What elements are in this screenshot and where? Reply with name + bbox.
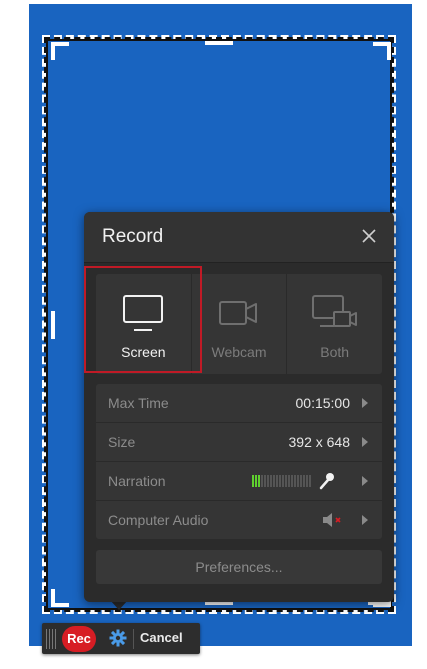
- meter-segment: [261, 475, 263, 487]
- setting-max-time[interactable]: Max Time 00:15:00: [96, 384, 382, 423]
- record-settings-list: Max Time 00:15:00 Size 392 x 648 Narrati…: [96, 384, 382, 539]
- preferences-button[interactable]: Preferences...: [96, 550, 382, 584]
- mode-both-label: Both: [320, 344, 350, 360]
- record-mode-selector: Screen Webcam Both: [96, 274, 382, 374]
- resize-handle-top[interactable]: [205, 41, 233, 45]
- recording-toolbar: Rec Cancel: [42, 623, 200, 654]
- meter-segment: [276, 475, 278, 487]
- screen: Record Screen Webcam Both Max Time 00:15…: [0, 0, 427, 669]
- speaker-muted-icon[interactable]: [322, 513, 346, 527]
- panel-title: Record: [102, 226, 164, 247]
- close-icon[interactable]: [359, 226, 379, 246]
- max-time-value: 00:15:00: [295, 395, 351, 411]
- computer-audio-label: Computer Audio: [108, 512, 209, 528]
- meter-segment: [303, 475, 305, 487]
- narration-label: Narration: [108, 473, 166, 489]
- meter-segment: [297, 475, 299, 487]
- setting-narration[interactable]: Narration: [96, 462, 382, 501]
- meter-segment: [270, 475, 272, 487]
- cancel-button[interactable]: Cancel: [140, 630, 183, 645]
- mode-both-button[interactable]: Both: [287, 274, 382, 374]
- meter-segment: [264, 475, 266, 487]
- meter-segment: [267, 475, 269, 487]
- panel-header: Record: [84, 212, 394, 263]
- screen-and-webcam-icon: [311, 295, 357, 327]
- max-time-label: Max Time: [108, 395, 169, 411]
- resize-handle-top-left[interactable]: [51, 42, 69, 60]
- meter-segment: [285, 475, 287, 487]
- meter-segment: [294, 475, 296, 487]
- meter-segment: [273, 475, 275, 487]
- narration-level-meter: [252, 475, 314, 487]
- chevron-right-icon: [362, 515, 368, 525]
- resize-handle-left[interactable]: [51, 311, 55, 339]
- monitor-icon: [123, 295, 164, 331]
- mode-webcam-button[interactable]: Webcam: [192, 274, 288, 374]
- meter-segment: [255, 475, 257, 487]
- record-panel: Record Screen Webcam Both Max Time 00:15…: [84, 212, 394, 602]
- toolbar-divider: [133, 629, 134, 649]
- record-button[interactable]: Rec: [62, 626, 96, 652]
- meter-segment: [252, 475, 254, 487]
- mode-screen-label: Screen: [121, 344, 166, 360]
- meter-segment: [291, 475, 293, 487]
- size-label: Size: [108, 434, 136, 450]
- gear-icon[interactable]: [109, 629, 127, 647]
- meter-segment: [300, 475, 302, 487]
- mode-screen-button[interactable]: Screen: [96, 274, 192, 374]
- setting-size[interactable]: Size 392 x 648: [96, 423, 382, 462]
- drag-grip-icon[interactable]: [46, 629, 58, 649]
- size-value: 392 x 648: [288, 434, 351, 450]
- chevron-right-icon: [362, 437, 368, 447]
- setting-computer-audio[interactable]: Computer Audio: [96, 501, 382, 539]
- meter-segment: [306, 475, 308, 487]
- microphone-icon[interactable]: [319, 472, 335, 490]
- chevron-right-icon: [362, 398, 368, 408]
- resize-handle-top-right[interactable]: [373, 42, 391, 60]
- webcam-icon: [219, 301, 257, 325]
- meter-segment: [279, 475, 281, 487]
- resize-handle-bottom-left[interactable]: [51, 589, 69, 607]
- chevron-right-icon: [362, 476, 368, 486]
- meter-segment: [288, 475, 290, 487]
- mode-webcam-label: Webcam: [211, 344, 267, 360]
- meter-segment: [309, 475, 311, 487]
- meter-segment: [282, 475, 284, 487]
- meter-segment: [258, 475, 260, 487]
